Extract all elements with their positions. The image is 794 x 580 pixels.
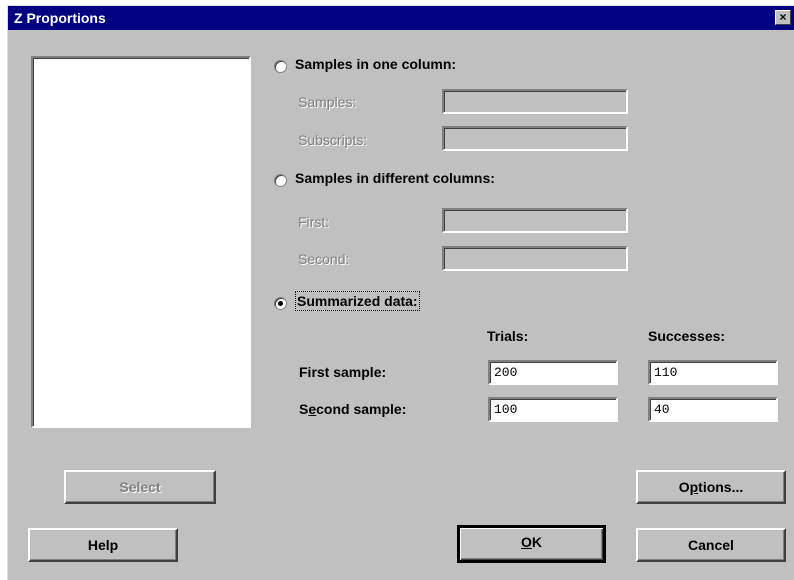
samples-label: Samples: [298, 94, 357, 110]
samples-one-column-label: Samples in one column: [295, 56, 457, 72]
first-sample-trials-input[interactable]: 200 [488, 360, 618, 385]
subscripts-input[interactable] [442, 126, 628, 151]
radio-samples-one-column[interactable] [274, 60, 287, 73]
z-proportions-dialog: Z Proportions × Samples in one column: S… [7, 5, 794, 580]
options-button[interactable]: Options... [636, 470, 786, 504]
second-column-input[interactable] [442, 246, 628, 271]
ok-button[interactable]: OK [457, 525, 606, 563]
trials-header: Trials: [487, 328, 529, 344]
successes-header: Successes: [648, 328, 726, 344]
close-icon[interactable]: × [775, 10, 791, 25]
title-bar: Z Proportions × [8, 6, 794, 30]
cancel-button[interactable]: Cancel [636, 528, 786, 562]
summarized-data-label: Summarized data: [295, 291, 420, 311]
radio-summarized-data[interactable] [274, 297, 287, 310]
second-sample-successes-input[interactable]: 40 [648, 397, 778, 422]
second-sample-label: Second sample: [299, 401, 407, 417]
samples-different-columns-label: Samples in different columns: [295, 170, 495, 186]
help-button[interactable]: Help [28, 528, 178, 562]
second-sample-trials-input[interactable]: 100 [488, 397, 618, 422]
first-sample-successes-input[interactable]: 110 [648, 360, 778, 385]
second-label: Second: [298, 251, 350, 267]
variable-listbox[interactable] [31, 56, 251, 428]
select-button[interactable]: Select [64, 470, 216, 504]
samples-input[interactable] [442, 89, 628, 114]
first-column-input[interactable] [442, 208, 628, 233]
first-sample-label: First sample: [299, 364, 387, 380]
first-label: First: [298, 214, 330, 230]
subscripts-label: Subscripts: [298, 132, 368, 148]
radio-samples-different-columns[interactable] [274, 174, 287, 187]
window-title: Z Proportions [14, 10, 106, 26]
